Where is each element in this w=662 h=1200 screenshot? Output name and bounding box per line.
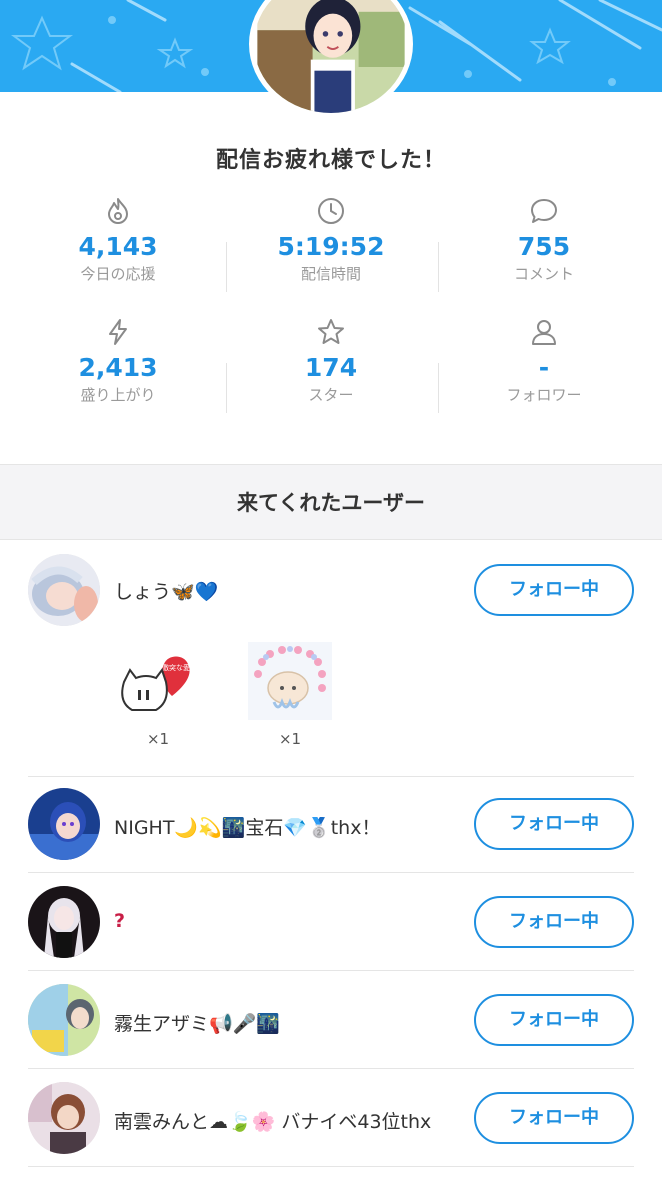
fire-icon <box>8 196 228 230</box>
stat-value: 5:19:52 <box>277 232 385 261</box>
clock-icon <box>221 196 441 230</box>
avatar[interactable] <box>28 886 100 958</box>
follow-button[interactable]: フォロー中 <box>474 564 634 616</box>
cat-love-gift-icon: 激突な愛 <box>121 656 190 711</box>
person-icon <box>434 317 654 351</box>
stat-value: 174 <box>304 353 358 382</box>
section-title: 来てくれたユーザー <box>0 464 662 540</box>
stat-value: 755 <box>517 232 571 261</box>
user-name: しょう🦋💙 <box>114 581 219 603</box>
follow-button[interactable]: フォロー中 <box>474 798 634 850</box>
divider <box>28 872 634 873</box>
follow-button[interactable]: フォロー中 <box>474 896 634 948</box>
gift-count: ×1 <box>146 730 170 748</box>
divider <box>28 970 634 971</box>
divider <box>28 1068 634 1069</box>
comment-icon <box>434 196 654 230</box>
user-name: NIGHT🌙💫🌃宝石💎🥈thx！ <box>114 817 381 839</box>
avatar[interactable] <box>28 788 100 860</box>
stat-value: 4,143 <box>78 232 158 261</box>
stat-label: フォロワー <box>506 386 582 404</box>
divider <box>226 363 227 413</box>
stat-label: 今日の応援 <box>80 265 156 283</box>
avatar[interactable] <box>28 1082 100 1154</box>
stat-value: 2,413 <box>78 353 158 382</box>
star-icon <box>221 317 441 351</box>
lightning-icon <box>8 317 228 351</box>
divider <box>28 776 634 777</box>
stat-label: 盛り上がり <box>80 386 156 404</box>
stat-followers: - フォロワー <box>434 317 654 405</box>
stat-excitement: 2,413 盛り上がり <box>8 317 228 405</box>
follow-button[interactable]: フォロー中 <box>474 994 634 1046</box>
user-name: ? <box>114 910 126 932</box>
stat-label: コメント <box>513 265 574 283</box>
stat-label: スター <box>308 386 354 404</box>
stat-stream-time: 5:19:52 配信時間 <box>221 196 441 284</box>
stat-label: 配信時間 <box>300 265 361 283</box>
stat-value: - <box>538 353 550 382</box>
stat-cheers: 4,143 今日の応援 <box>8 196 228 284</box>
stats-grid: 4,143 今日の応援 5:19:52 配信時間 755 コメント 2,413 … <box>0 190 662 430</box>
gift-count: ×1 <box>278 730 302 748</box>
user-name: 霧生アザミ📢🎤🌃 <box>114 1013 280 1035</box>
page-title: 配信お疲れ様でした！ <box>215 148 446 173</box>
stat-comments: 755 コメント <box>434 196 654 284</box>
divider <box>226 242 227 292</box>
follow-button[interactable]: フォロー中 <box>474 1092 634 1144</box>
svg-text:激突な愛: 激突な愛 <box>162 663 190 672</box>
stat-stars: 174 スター <box>221 317 441 405</box>
gift-item: 激突な愛 ×1 <box>116 650 200 748</box>
jellyfish-gift-icon <box>248 642 332 720</box>
avatar[interactable] <box>28 984 100 1056</box>
divider <box>438 242 439 292</box>
divider <box>438 363 439 413</box>
gift-item: ×1 <box>248 642 332 748</box>
divider <box>28 1166 634 1167</box>
streamer-avatar <box>249 0 413 118</box>
avatar[interactable] <box>28 554 100 626</box>
user-name: 南雲みんと☁🍃🌸 バナイベ43位thx <box>114 1111 432 1133</box>
